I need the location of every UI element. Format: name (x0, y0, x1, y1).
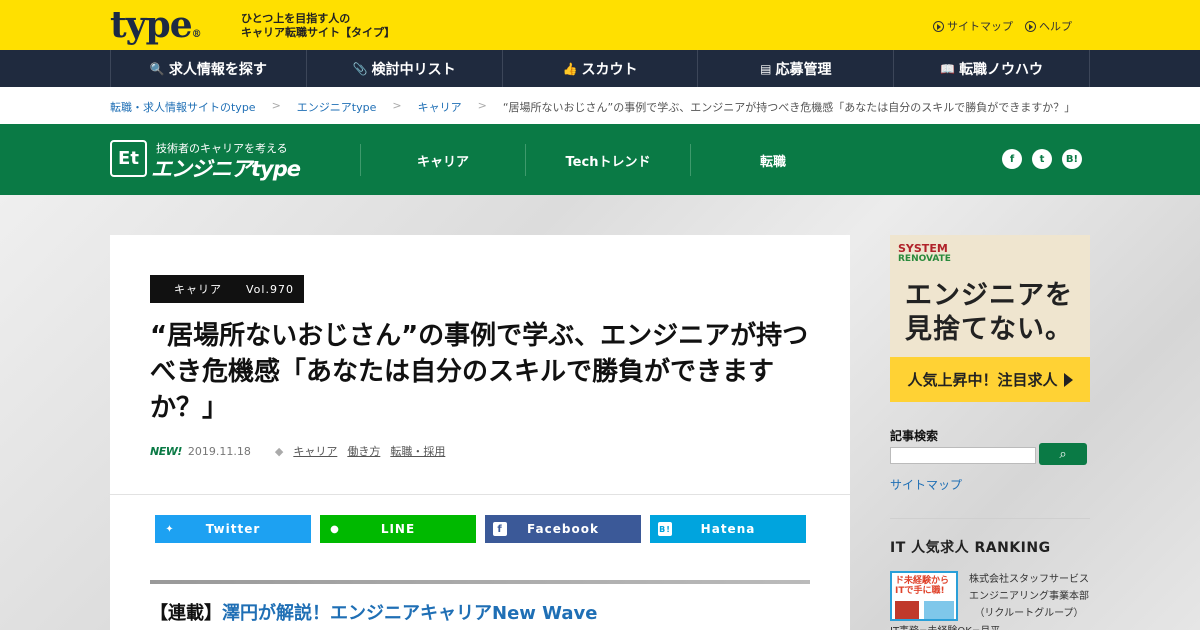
article-meta: NEW! 2019.11.18 ◆ キャリア 働き方 転職・採用 (150, 443, 449, 459)
nav-scout[interactable]: 👍 スカウト (503, 50, 699, 87)
tab-career[interactable]: キャリア (360, 144, 525, 176)
share-twitter-button[interactable]: ✦ Twitter (155, 515, 311, 543)
category-label: キャリア (174, 283, 222, 296)
series-link[interactable]: 澤円が解説！エンジニアキャリアNew Wave (222, 603, 597, 624)
category-nav: キャリア Techトレンド 転職 (360, 144, 855, 176)
category-badge[interactable]: キャリア Vol.970 (150, 275, 304, 303)
top-header: type® ひとつ上を目指す人の キャリア転職サイト【タイプ】 サイトマップ ヘ… (0, 0, 1200, 50)
help-link[interactable]: ヘルプ (1025, 18, 1072, 34)
sidebar-sitemap-link[interactable]: サイトマップ (890, 476, 962, 493)
divider (890, 518, 1090, 519)
share-line-button[interactable]: ● LINE (320, 515, 476, 543)
tab-tech-trend[interactable]: Techトレンド (525, 144, 690, 176)
tag-link[interactable]: 働き方 (347, 443, 380, 459)
sitemap-link[interactable]: サイトマップ (933, 18, 1013, 34)
article-date: 2019.11.18 (187, 444, 251, 458)
main-nav: 🔍 求人情報を探す 📎 検討中リスト 👍 スカウト ▤ 応募管理 📖 転職ノウハウ (0, 50, 1200, 87)
hatena-icon[interactable]: B! (1062, 149, 1082, 169)
article-card: キャリア Vol.970 “居場所ないおじさん”の事例で学ぶ、エンジニアが持つべ… (110, 235, 850, 630)
ad-headline: エンジニアを見捨てない。 (905, 280, 1073, 345)
tag-icon: ◆ (274, 444, 284, 458)
ranking-company[interactable]: 株式会社スタッフサービス エンジニアリング事業本部 （リクルートグループ） (968, 571, 1090, 622)
play-circle-icon (933, 21, 944, 32)
nav-job-search[interactable]: 🔍 求人情報を探す (111, 50, 307, 87)
search-icon: 🔍 (149, 61, 165, 76)
ad-cta[interactable]: 人気上昇中！注目求人 (890, 357, 1090, 402)
twitter-icon: ✦ (165, 523, 175, 535)
paperclip-icon: 📎 (352, 61, 368, 76)
tag-link[interactable]: 転職・採用 (390, 443, 445, 459)
breadcrumb-separator: > (271, 99, 281, 112)
breadcrumb: 転職・求人情報サイトのtype > エンジニアtype > キャリア > “居場… (0, 87, 1200, 124)
ad-brand-logo: SYSTEM RENOVATE (898, 242, 951, 264)
tag-link[interactable]: キャリア (293, 443, 337, 459)
series-heading: 【連載】澤円が解説！エンジニアキャリアNew Wave (150, 603, 598, 624)
ranking-description: IT事務=未経験OK=月平 (890, 622, 1000, 630)
play-circle-icon (1025, 21, 1036, 32)
header-links: サイトマップ ヘルプ (933, 18, 1072, 34)
play-arrow-icon (1063, 372, 1073, 387)
section-bar (150, 580, 810, 584)
ranking-title: IT 人気求人 RANKING (890, 540, 1051, 556)
engineer-type-header: Et 技術者のキャリアを考える エンジニアtype キャリア Techトレンド … (0, 124, 1200, 195)
new-badge: NEW! (150, 444, 182, 458)
nav-application[interactable]: ▤ 応募管理 (698, 50, 895, 87)
volume-label: Vol.970 (246, 282, 294, 296)
article-title: “居場所ないおじさん”の事例で学ぶ、エンジニアが持つべき危機感「あなたは自分のス… (150, 321, 809, 423)
line-icon: ● (330, 523, 340, 535)
sidebar-ad-banner[interactable]: SYSTEM RENOVATE エンジニアを見捨てない。 人気上昇中！注目求人 (890, 235, 1090, 402)
social-links: f t B! (1002, 149, 1082, 169)
search-input[interactable] (890, 447, 1036, 464)
tab-job-change[interactable]: 転職 (690, 144, 855, 176)
nav-knowhow[interactable]: 📖 転職ノウハウ (894, 50, 1090, 87)
site-name-logo[interactable]: エンジニアtype (151, 153, 301, 183)
thumbs-up-icon: 👍 (562, 61, 578, 76)
search-label: 記事検索 (890, 429, 939, 443)
search-icon: ⌕ (1059, 446, 1067, 462)
share-facebook-button[interactable]: f Facebook (485, 515, 641, 543)
book-icon: 📖 (940, 61, 956, 76)
breadcrumb-separator: > (477, 99, 487, 112)
hatena-icon: B! (658, 522, 672, 536)
list-icon: ▤ (760, 61, 772, 76)
breadcrumb-item[interactable]: エンジニアtype (297, 99, 377, 115)
facebook-icon[interactable]: f (1002, 149, 1022, 169)
facebook-icon: f (493, 522, 507, 536)
breadcrumb-current: “居場所ないおじさん”の事例で学ぶ、エンジニアが持つべき危機感「あなたは自分のス… (502, 101, 1076, 114)
site-tagline: ひとつ上を目指す人の キャリア転職サイト【タイプ】 (241, 12, 395, 39)
twitter-icon[interactable]: t (1032, 149, 1052, 169)
breadcrumb-separator: > (392, 99, 402, 112)
share-hatena-button[interactable]: B! Hatena (650, 515, 806, 543)
ranking-thumbnail[interactable]: ド未経験からITで手に職! (890, 571, 958, 621)
type-logo[interactable]: type® (110, 6, 202, 54)
search-button[interactable]: ⌕ (1039, 443, 1087, 465)
share-buttons: ✦ Twitter ● LINE f Facebook B! Hatena (155, 515, 806, 543)
et-logo-mark[interactable]: Et (110, 140, 147, 177)
nav-consider-list[interactable]: 📎 検討中リスト (307, 50, 503, 87)
divider (110, 494, 850, 495)
breadcrumb-item[interactable]: キャリア (418, 99, 462, 115)
breadcrumb-item[interactable]: 転職・求人情報サイトのtype (110, 99, 256, 115)
